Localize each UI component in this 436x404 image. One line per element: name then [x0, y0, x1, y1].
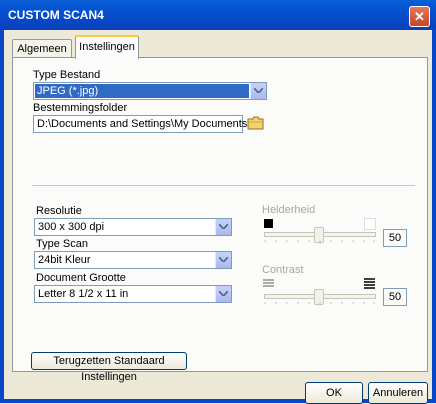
- contrast-label: Contrast: [262, 264, 304, 276]
- brightness-ticks: [264, 240, 375, 244]
- file-type-value: JPEG (*.jpg): [35, 84, 249, 98]
- brightness-label: Helderheid: [262, 204, 316, 216]
- tab-algemeen[interactable]: Algemeen: [12, 39, 72, 58]
- resolution-select[interactable]: 300 x 300 dpi: [34, 218, 232, 236]
- destination-label: Bestemmingsfolder: [33, 102, 128, 114]
- scan-type-label: Type Scan: [36, 238, 88, 250]
- custom-scan-dialog: CUSTOM SCAN4 ✕ Algemeen Instellingen Typ…: [0, 0, 436, 404]
- contrast-ticks: [264, 302, 375, 306]
- light-square-icon: [364, 218, 376, 230]
- resolution-label: Resolutie: [36, 205, 82, 217]
- scan-type-select[interactable]: 24bit Kleur: [34, 251, 232, 269]
- destination-field[interactable]: D:\Documents and Settings\My Documents: [33, 115, 247, 133]
- reset-defaults-button[interactable]: Terugzetten Standaard Instellingen: [31, 352, 187, 383]
- window-frame-right: [432, 30, 436, 403]
- destination-value: D:\Documents and Settings\My Documents: [37, 118, 248, 130]
- scan-type-value: 24bit Kleur: [38, 254, 91, 266]
- high-contrast-icon: [364, 278, 375, 289]
- tab-instellingen[interactable]: Instellingen: [75, 35, 139, 59]
- title-bar[interactable]: CUSTOM SCAN4 ✕: [0, 0, 436, 30]
- close-button[interactable]: ✕: [409, 6, 430, 27]
- chevron-down-icon[interactable]: [215, 286, 231, 302]
- separator: [32, 185, 415, 187]
- folder-icon: [247, 116, 264, 130]
- dark-square-icon: [264, 219, 273, 228]
- file-type-select[interactable]: JPEG (*.jpg): [33, 82, 267, 100]
- chevron-down-icon[interactable]: [250, 83, 266, 99]
- window-frame-left: [0, 30, 4, 403]
- document-size-select[interactable]: Letter 8 1/2 x 11 in: [34, 285, 232, 303]
- contrast-value[interactable]: 50: [383, 288, 407, 306]
- browse-folder-button[interactable]: [246, 115, 266, 131]
- window-title: CUSTOM SCAN4: [8, 8, 104, 22]
- low-contrast-icon: [263, 279, 274, 287]
- ok-button[interactable]: OK: [305, 382, 363, 404]
- chevron-down-icon[interactable]: [215, 252, 231, 268]
- brightness-value[interactable]: 50: [383, 229, 407, 247]
- resolution-value: 300 x 300 dpi: [38, 221, 105, 233]
- file-type-label: Type Bestand: [33, 69, 101, 81]
- document-size-label: Document Grootte: [36, 272, 126, 284]
- document-size-value: Letter 8 1/2 x 11 in: [38, 288, 129, 300]
- cancel-button[interactable]: Annuleren: [368, 382, 428, 404]
- chevron-down-icon[interactable]: [215, 219, 231, 235]
